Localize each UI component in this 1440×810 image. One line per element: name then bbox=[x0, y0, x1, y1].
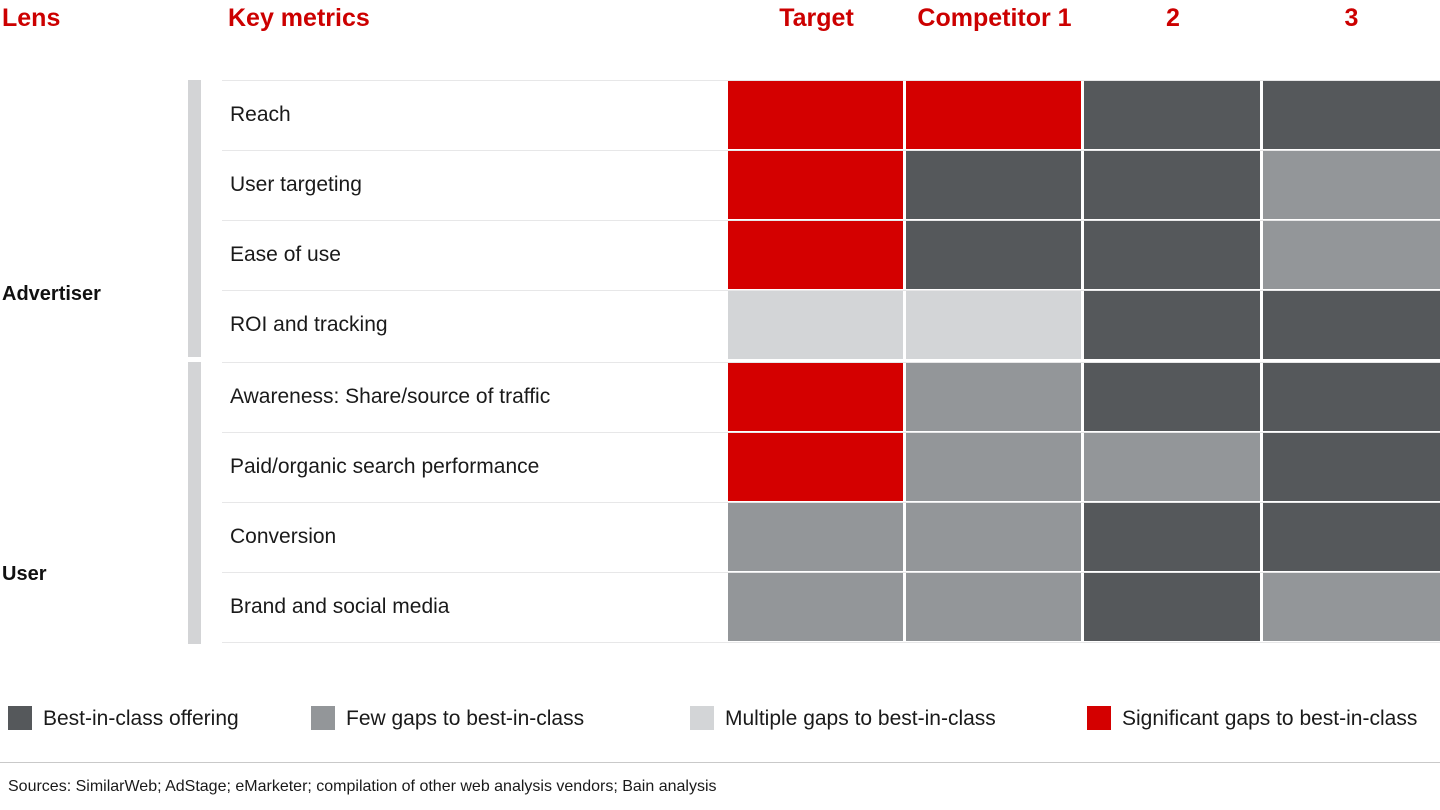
table-row: Brand and social media bbox=[0, 572, 1440, 642]
matrix-cell bbox=[906, 433, 1081, 501]
matrix-cell bbox=[1084, 81, 1260, 149]
legend-swatch-icon bbox=[690, 706, 714, 730]
matrix-cell bbox=[728, 81, 903, 149]
table-row: Reach bbox=[0, 80, 1440, 150]
row-label-metric: Paid/organic search performance bbox=[230, 455, 540, 478]
matrix-cell bbox=[1084, 433, 1260, 501]
table-row: ROI and tracking bbox=[0, 290, 1440, 360]
matrix-cell bbox=[1263, 433, 1440, 501]
matrix-cell bbox=[1084, 291, 1260, 359]
legend-label: Significant gaps to best-in-class bbox=[1122, 706, 1418, 730]
row-label-metric: Conversion bbox=[230, 525, 337, 548]
matrix-cell bbox=[1263, 81, 1440, 149]
matrix-cell bbox=[1263, 151, 1440, 219]
matrix-cell bbox=[906, 221, 1081, 289]
matrix-cell bbox=[1084, 503, 1260, 571]
row-label-metric: Brand and social media bbox=[230, 595, 450, 618]
column-header-lens: Lens bbox=[2, 4, 61, 32]
matrix-cell bbox=[1084, 573, 1260, 641]
matrix-cell bbox=[728, 503, 903, 571]
matrix-cell bbox=[1263, 363, 1440, 431]
table-row: Paid/organic search performance bbox=[0, 432, 1440, 502]
matrix-cell bbox=[728, 221, 903, 289]
matrix-cell bbox=[1084, 151, 1260, 219]
matrix-cell bbox=[906, 363, 1081, 431]
matrix-cell bbox=[906, 503, 1081, 571]
matrix-cell bbox=[906, 573, 1081, 641]
row-label-metric: ROI and tracking bbox=[230, 313, 388, 336]
table-row: User targeting bbox=[0, 150, 1440, 220]
column-header-competitor-1: Competitor 1 bbox=[917, 4, 1072, 32]
matrix-cell bbox=[728, 573, 903, 641]
legend-label: Best-in-class offering bbox=[43, 706, 239, 730]
matrix-cell bbox=[1263, 573, 1440, 641]
matrix-cell bbox=[1263, 291, 1440, 359]
matrix-cell bbox=[728, 151, 903, 219]
table-row: Conversion bbox=[0, 502, 1440, 572]
row-label-metric: Reach bbox=[230, 103, 291, 126]
table-row: Ease of use bbox=[0, 220, 1440, 290]
legend-item-best-in-class: Best-in-class offering bbox=[8, 702, 239, 734]
matrix-cell bbox=[906, 151, 1081, 219]
legend-label: Few gaps to best-in-class bbox=[346, 706, 585, 730]
row-label-metric: User targeting bbox=[230, 173, 362, 196]
legend-label: Multiple gaps to best-in-class bbox=[725, 706, 996, 730]
matrix-cell bbox=[728, 433, 903, 501]
matrix-cell bbox=[1263, 221, 1440, 289]
table-row: Awareness: Share/source of traffic bbox=[0, 362, 1440, 432]
legend-item-few-gaps: Few gaps to best-in-class bbox=[311, 702, 584, 734]
legend-swatch-icon bbox=[8, 706, 32, 730]
comparison-matrix: Advertiser User Reach User targeting Ease … bbox=[0, 76, 1440, 648]
table-header: Lens Key metrics Target Competitor 1 2 3 bbox=[0, 0, 1440, 72]
row-label-metric: Ease of use bbox=[230, 243, 341, 266]
matrix-cell bbox=[906, 81, 1081, 149]
matrix-cell bbox=[1084, 221, 1260, 289]
sources-note: Sources: SimilarWeb; AdStage; eMarketer;… bbox=[8, 778, 717, 795]
row-separator bbox=[222, 642, 1440, 643]
matrix-cell bbox=[728, 291, 903, 359]
column-header-target: Target bbox=[779, 4, 854, 32]
matrix-cell bbox=[1084, 363, 1260, 431]
legend-item-significant-gaps: Significant gaps to best-in-class bbox=[1087, 702, 1417, 734]
footer-divider bbox=[0, 762, 1440, 763]
matrix-cell bbox=[728, 363, 903, 431]
legend: Best-in-class offering Few gaps to best-… bbox=[0, 702, 1440, 742]
legend-item-multiple-gaps: Multiple gaps to best-in-class bbox=[690, 702, 996, 734]
matrix-cell bbox=[1263, 503, 1440, 571]
row-label-metric: Awareness: Share/source of traffic bbox=[230, 385, 551, 408]
column-header-competitor-2: 2 bbox=[1166, 4, 1180, 32]
legend-swatch-icon bbox=[311, 706, 335, 730]
matrix-cell bbox=[906, 291, 1081, 359]
legend-swatch-icon bbox=[1087, 706, 1111, 730]
column-header-competitor-3: 3 bbox=[1344, 4, 1359, 32]
column-header-key-metrics: Key metrics bbox=[228, 4, 370, 32]
